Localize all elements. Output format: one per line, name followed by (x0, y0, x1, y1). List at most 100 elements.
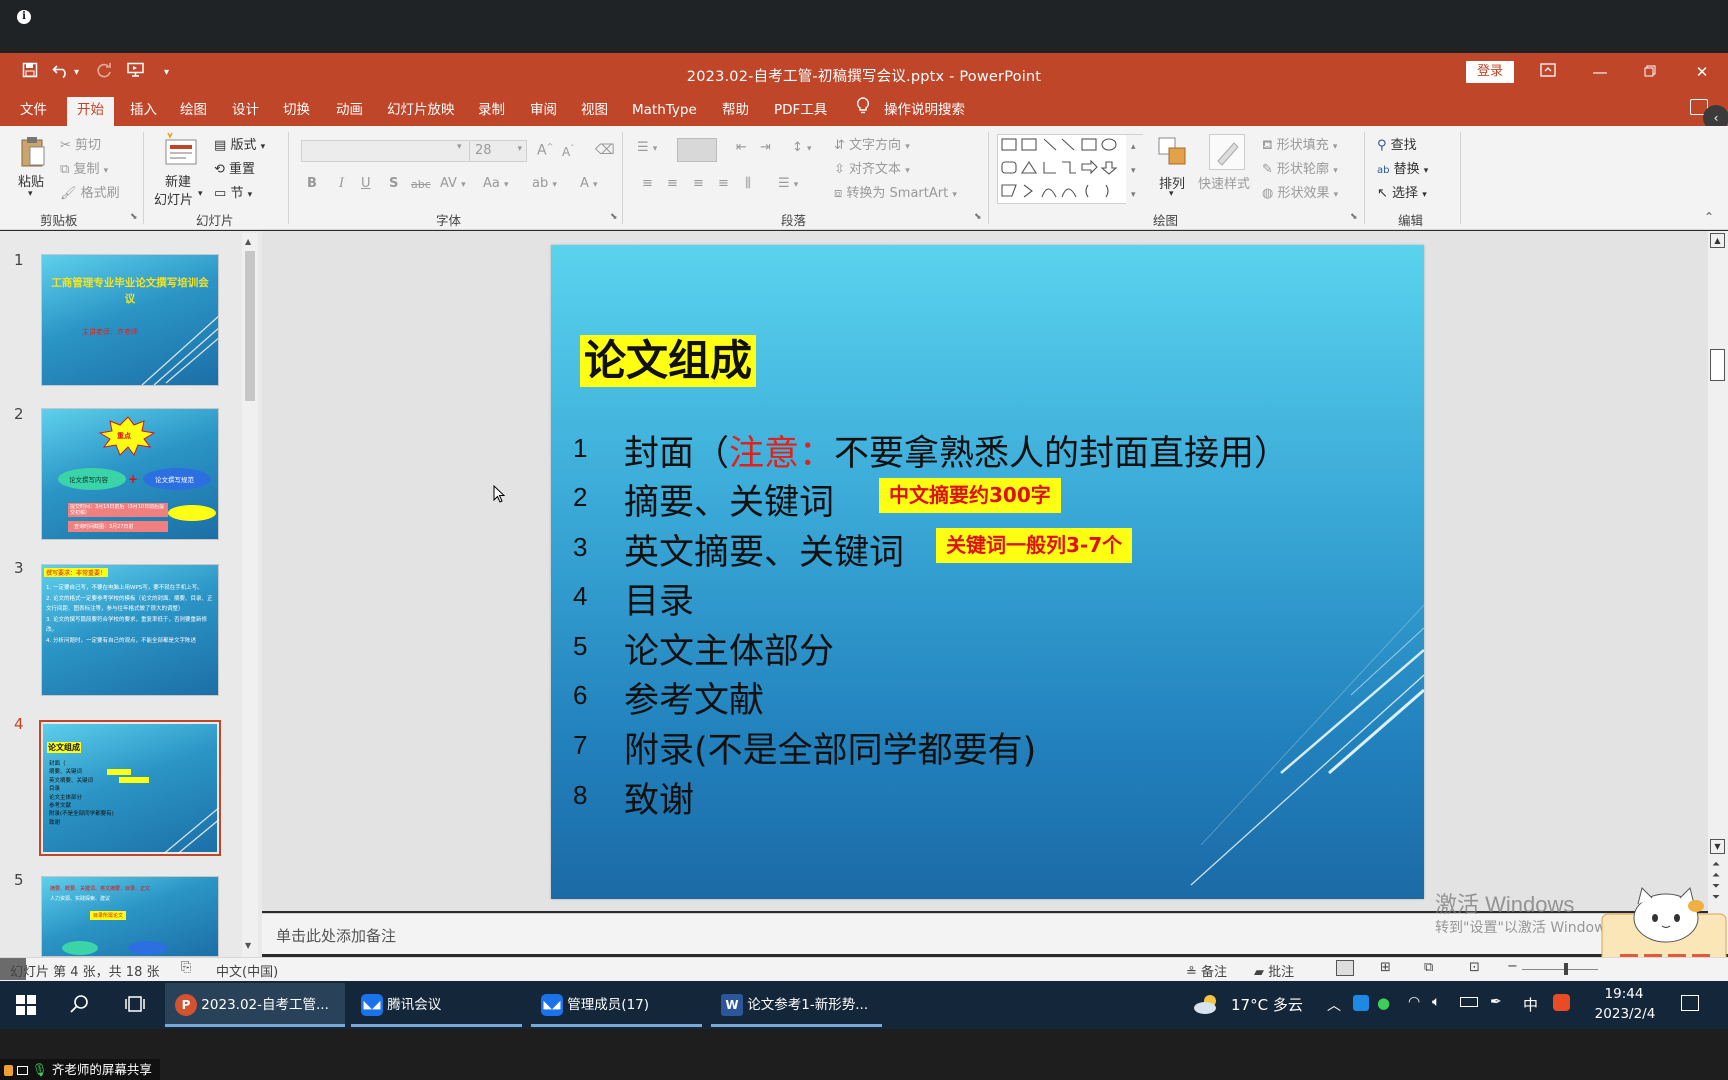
select-button[interactable]: ↖ 选择 ▾ (1377, 182, 1427, 201)
font-name-box[interactable] (301, 140, 471, 162)
ribbon-display-options-icon[interactable] (1534, 59, 1562, 85)
section-button[interactable]: ▭ 节 ▾ (214, 182, 252, 201)
language-indicator[interactable]: 中文(中国) (216, 961, 278, 980)
minimize-icon[interactable]: — (1586, 59, 1614, 85)
new-slide-label-2[interactable]: 幻灯片 (154, 189, 193, 208)
zoom-out-icon[interactable]: − (1507, 959, 1518, 974)
notes-toggle[interactable]: ≗ 备注 (1186, 961, 1227, 980)
strikethrough-icon[interactable]: abc (411, 178, 431, 191)
new-slide-label-1[interactable]: 新建 (165, 171, 191, 190)
tab-design[interactable]: 设计 (222, 97, 269, 126)
slide-thumbnail-5[interactable]: 摘要、概要、关键词、英文摘要、目录、正文 人力资源、实践探索、建议 目录所需论文 (41, 876, 219, 957)
tab-record[interactable]: 录制 (468, 97, 515, 126)
thumbnails-scrollbar[interactable]: ▲ ▼ (242, 233, 258, 957)
text-direction-button[interactable]: ⇵ 文字方向 ▾ (834, 134, 910, 153)
replace-button[interactable]: ab 替换 ▾ (1377, 158, 1428, 177)
slide-thumbnail-4[interactable]: 论文组成 封面（ 摘要、关键词 英文摘要、关键词 目录 论文主体部分 参考文献 … (39, 720, 221, 856)
sogou-ime-icon[interactable] (1553, 994, 1570, 1011)
new-slide-dropdown-icon[interactable]: ▾ (198, 189, 203, 199)
slide-thumbnail-2[interactable]: + 重点 论文撰写内容 论文撰写规范 提交时间：3月15日前后（3月10日前后提… (41, 408, 219, 540)
line-spacing-icon[interactable]: ↕ ▾ (792, 140, 812, 155)
highlight-color-icon[interactable]: ab ▾ (532, 176, 557, 191)
login-button[interactable]: 登录 (1466, 61, 1514, 83)
tab-pdf-tools[interactable]: PDF工具 (764, 97, 837, 126)
ime-indicator[interactable]: 中 (1523, 994, 1538, 1015)
search-icon[interactable] (70, 994, 90, 1018)
tell-me-search[interactable]: 操作说明搜索 (874, 97, 975, 126)
normal-view-icon[interactable] (1336, 960, 1354, 976)
taskbar-app-word[interactable]: W 论文参考1-新形势... (711, 983, 882, 1027)
editor-scrollbar[interactable]: ▲ ▼ ⏶ ⏶ ⏷ ⏷ (1708, 231, 1728, 954)
taskbar-app-tencent-meeting[interactable]: ◣◢ 腾讯会议 (351, 983, 522, 1027)
copy-button[interactable]: ⧉ 复制 ▾ (60, 158, 108, 177)
wechat-icon[interactable]: ● (1377, 994, 1390, 1012)
justify-icon[interactable]: ≡ (718, 176, 729, 191)
tab-review[interactable]: 审阅 (520, 97, 567, 126)
task-view-icon[interactable] (124, 994, 146, 1018)
arrange-dropdown-icon[interactable]: ▾ (1169, 189, 1174, 199)
scroll-down-icon[interactable]: ▼ (1710, 839, 1725, 854)
comments-toggle[interactable]: ▰ 批注 (1254, 961, 1294, 980)
shapes-gallery[interactable]: ▴ ▾ ▾ (997, 134, 1144, 205)
scroll-up-icon[interactable]: ▲ (245, 237, 251, 246)
taskbar-app-powerpoint[interactable]: P 2023.02-自考工管... (165, 983, 345, 1027)
cut-button[interactable]: ✂ 剪切 (60, 134, 101, 153)
clock-time[interactable]: 19:44 (1594, 986, 1654, 1002)
font-size-box[interactable]: 28 ▾ (469, 140, 527, 162)
font-launcher-icon[interactable]: ⬊ (610, 212, 618, 222)
info-icon[interactable]: i (17, 10, 31, 24)
align-text-distributed-icon[interactable]: ☰ ▾ (778, 176, 798, 191)
tab-file[interactable]: 文件 (10, 97, 57, 126)
notes-placeholder[interactable]: 单击此处添加备注 (276, 925, 396, 946)
align-center-icon[interactable]: ≡ (667, 176, 678, 191)
restore-icon[interactable] (1636, 59, 1664, 85)
slide-sorter-icon[interactable]: ⊞ (1380, 960, 1391, 975)
increase-indent-icon[interactable]: ⇥ (760, 140, 771, 155)
columns-icon[interactable]: ⫼ (745, 176, 751, 191)
decrease-indent-icon[interactable]: ⇤ (736, 140, 747, 155)
clipboard-launcher-icon[interactable]: ⬊ (130, 212, 138, 222)
align-left-icon[interactable]: ≡ (642, 176, 653, 191)
show-hidden-icons-icon[interactable]: ︿ (1327, 995, 1341, 1015)
reset-button[interactable]: ⟲ 重置 (214, 158, 255, 177)
tab-mathtype[interactable]: MathType (622, 97, 707, 126)
tab-home[interactable]: 开始 (67, 97, 114, 126)
quick-styles-icon[interactable] (1209, 134, 1245, 170)
zoom-slider[interactable] (1522, 969, 1598, 970)
change-case-icon[interactable]: Aa ▾ (483, 176, 509, 191)
weather-icon[interactable] (1192, 993, 1222, 1019)
pen-icon[interactable]: ✒ (1490, 994, 1502, 1010)
close-icon[interactable]: ✕ (1688, 59, 1716, 85)
underline-icon[interactable]: U (361, 176, 371, 191)
tab-transitions[interactable]: 切换 (273, 97, 320, 126)
font-size-dropdown-icon[interactable]: ▾ (517, 144, 522, 154)
weather-text[interactable]: 17°C 多云 (1231, 994, 1303, 1015)
new-slide-icon[interactable] (164, 132, 198, 168)
clear-formatting-icon[interactable]: ⌫ (595, 142, 615, 158)
drawing-launcher-icon[interactable]: ⬊ (1350, 212, 1358, 222)
tab-draw[interactable]: 绘图 (170, 97, 217, 126)
font-name-dropdown-icon[interactable]: ▾ (457, 142, 462, 152)
tray-app-icon[interactable] (1353, 995, 1369, 1011)
reading-view-icon[interactable]: ⧉ (1424, 960, 1433, 975)
scrollbar-thumb[interactable] (245, 251, 255, 401)
battery-icon[interactable] (1460, 997, 1478, 1007)
shrink-font-icon[interactable]: Aˇ (562, 144, 574, 159)
clock-date[interactable]: 2023/2/4 (1594, 1006, 1656, 1022)
shape-effects-button[interactable]: ◍ 形状效果 ▾ (1262, 182, 1338, 201)
scrollbar-thumb[interactable] (1710, 349, 1725, 381)
paste-icon[interactable] (19, 135, 47, 169)
format-painter-button[interactable]: 🖌 格式刷 (60, 182, 120, 201)
slide-canvas[interactable]: 论文组成 1 封面（注意：不要拿熟悉人的封面直接用） 2 摘要、关键词 中文摘要… (551, 245, 1424, 899)
grow-font-icon[interactable]: A^ (537, 142, 553, 159)
text-shadow-icon[interactable]: S (389, 176, 398, 191)
spell-check-icon[interactable]: ⎘ (181, 960, 191, 975)
shape-outline-button[interactable]: ✎ 形状轮廓 ▾ (1262, 158, 1338, 177)
bold-icon[interactable]: B (307, 176, 317, 191)
align-text-button[interactable]: ⇳ 对齐文本 ▾ (834, 158, 910, 177)
tab-view[interactable]: 视图 (571, 97, 618, 126)
numbering-icon[interactable] (677, 138, 717, 162)
tab-animations[interactable]: 动画 (326, 97, 373, 126)
slide-thumbnail-1[interactable]: 工商管理专业毕业论文撰写培训会议 主讲老师：齐老师 (41, 254, 219, 386)
paste-label[interactable]: 粘贴 (18, 171, 44, 190)
